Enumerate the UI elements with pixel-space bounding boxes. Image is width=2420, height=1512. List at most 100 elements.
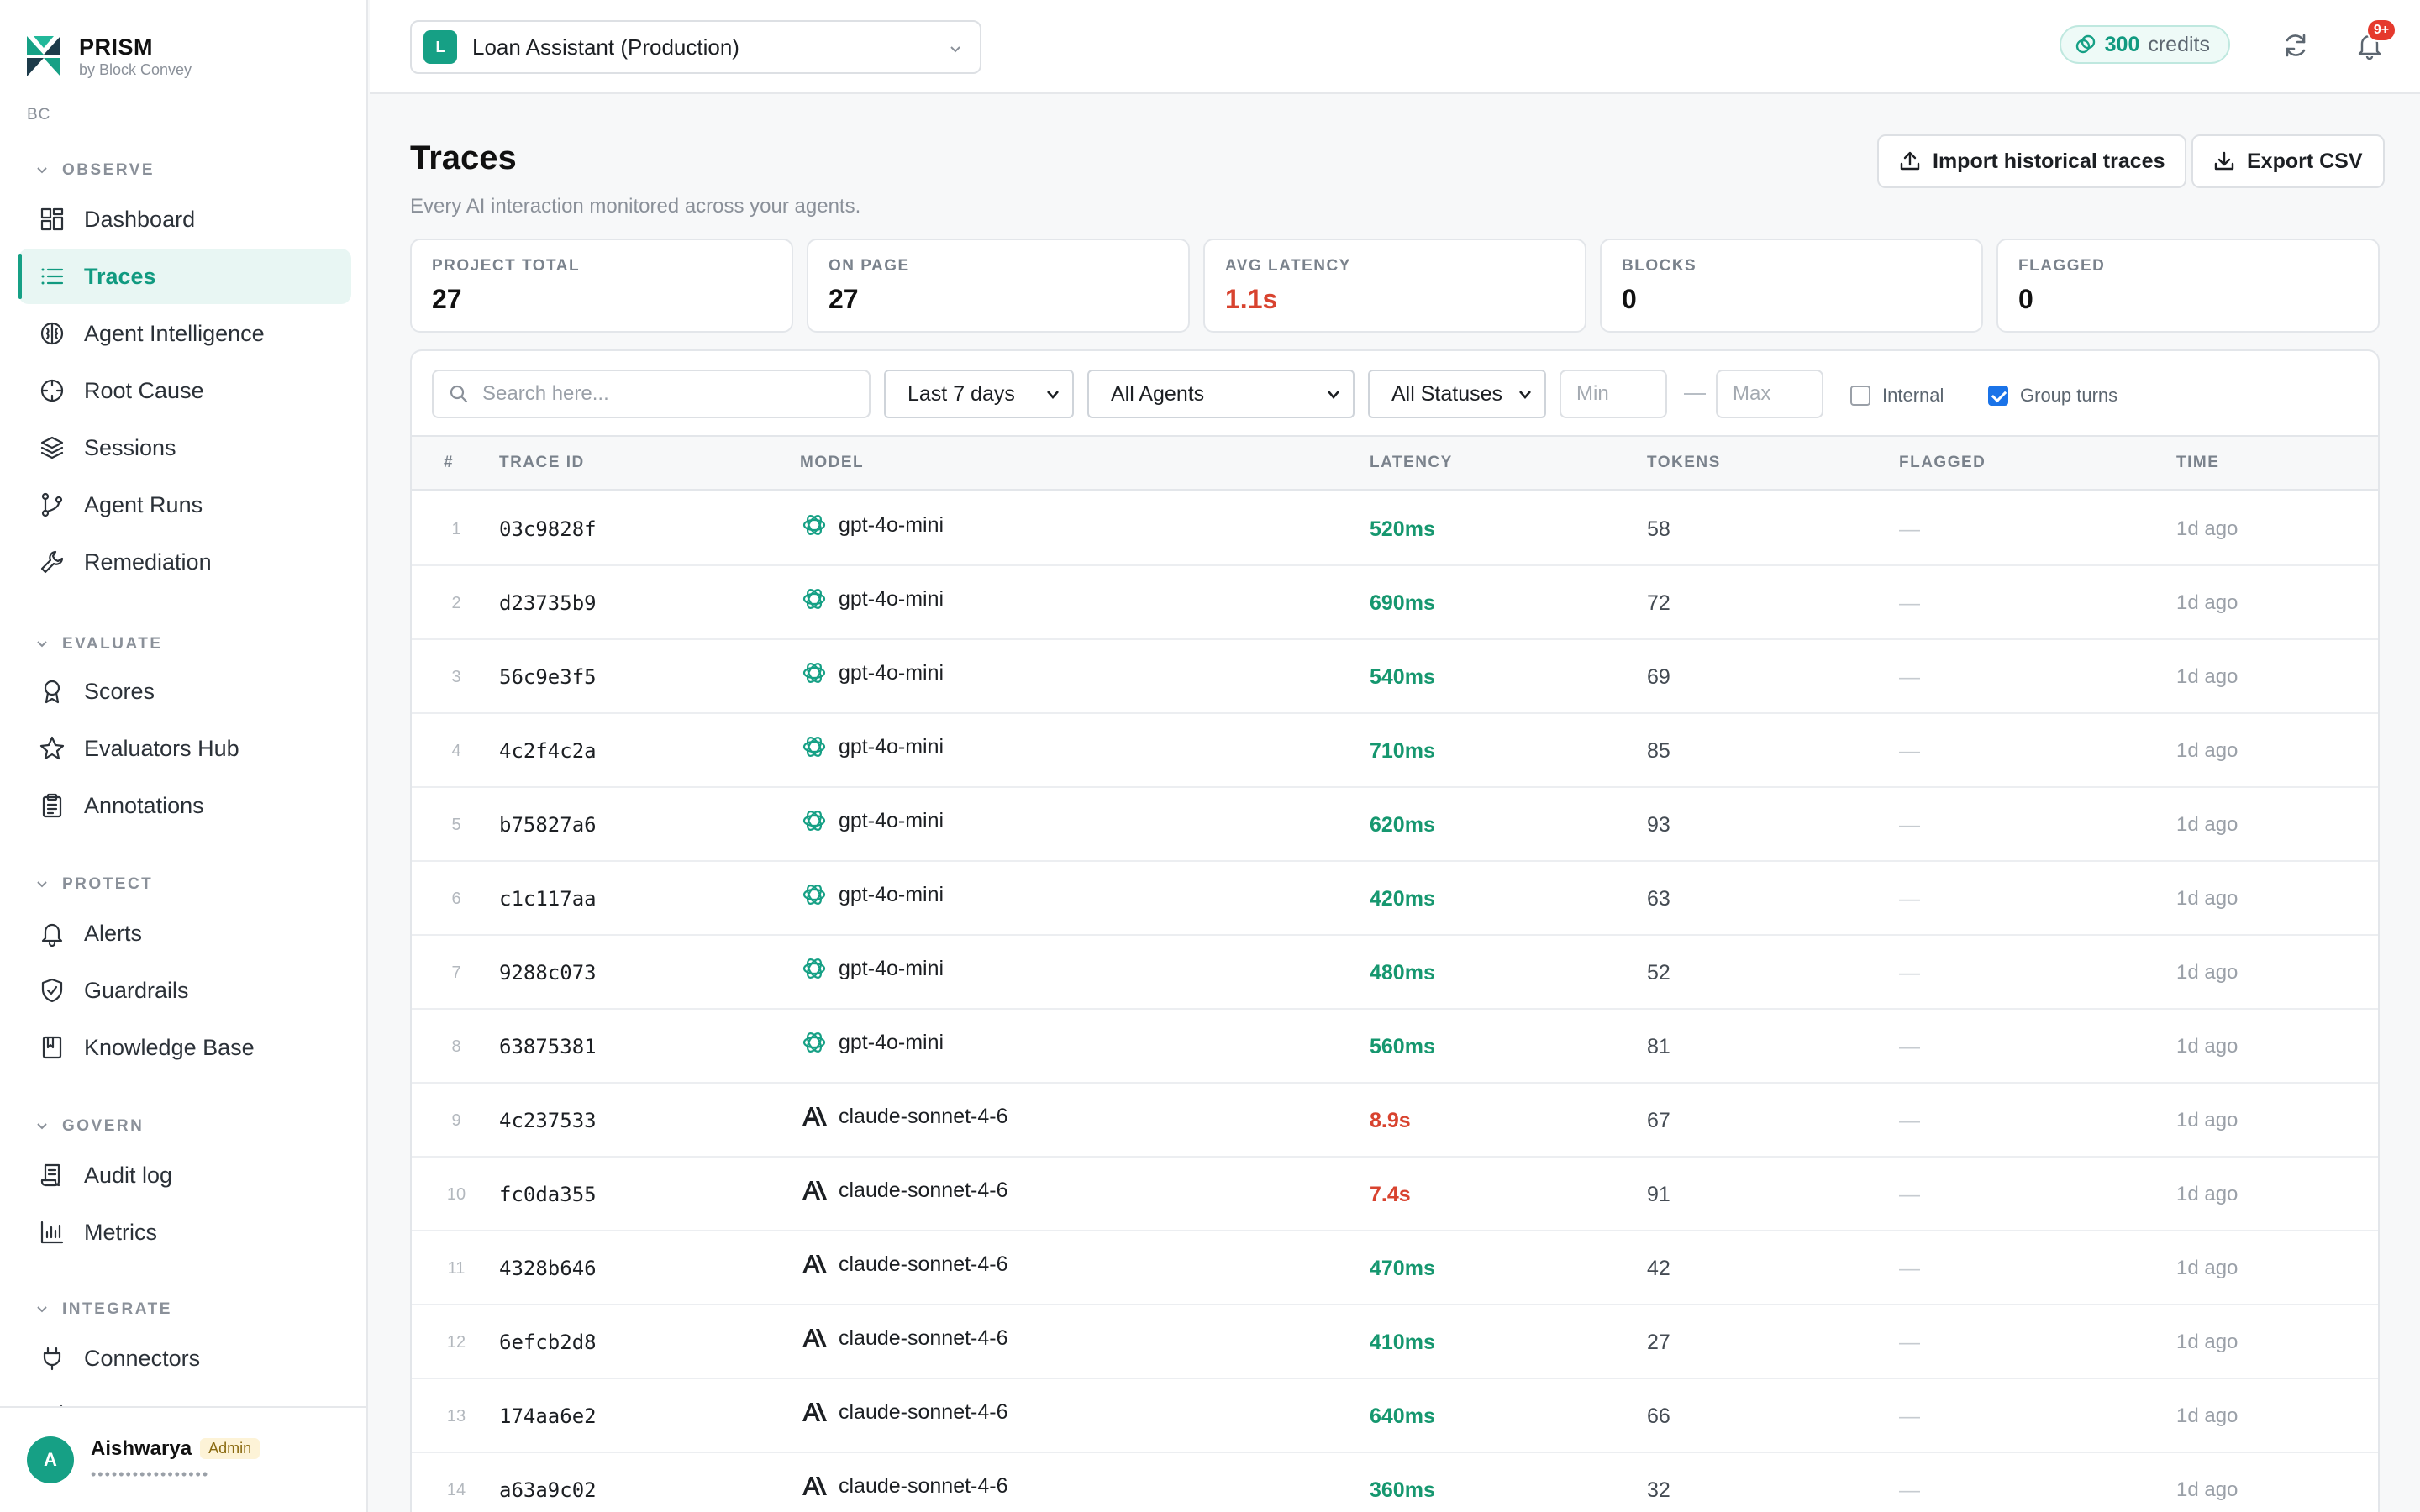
brain-icon	[40, 322, 64, 345]
max-latency-input[interactable]: Max	[1716, 370, 1823, 418]
sidebar-item-sessions[interactable]: Sessions	[18, 420, 351, 475]
openai-icon	[802, 958, 826, 979]
sidebar-item-alerts[interactable]: Alerts	[18, 906, 351, 961]
credits-pill[interactable]: 300 credits	[2059, 25, 2230, 64]
table-row[interactable]: 10 fc0da355 claude-sonnet-4-6 7.4s 91 — …	[412, 1158, 2378, 1231]
sidebar-item-traces[interactable]: Traces	[18, 249, 351, 304]
anthropic-icon	[802, 1477, 827, 1495]
trace-id[interactable]: 56c9e3f5	[499, 665, 597, 689]
internal-checkbox[interactable]: Internal	[1850, 385, 1944, 407]
table-row[interactable]: 12 6efcb2d8 claude-sonnet-4-6 410ms 27 —…	[412, 1305, 2378, 1379]
sidebar-item-evaluators-hub[interactable]: Evaluators Hub	[18, 721, 351, 776]
crosshair-icon	[40, 379, 64, 402]
table-row[interactable]: 6 c1c117aa gpt-4o-mini 420ms 63 — 1d ago	[412, 862, 2378, 936]
stat-card-flagged: FLAGGED 0	[1996, 239, 2380, 333]
project-selector[interactable]: L Loan Assistant (Production)	[410, 20, 981, 74]
chevron-down-icon	[1328, 391, 1339, 399]
status-select[interactable]: All Statuses	[1368, 370, 1546, 418]
sidebar-item-guardrails[interactable]: Guardrails	[18, 963, 351, 1018]
sidebar-item-connectors[interactable]: Connectors	[18, 1331, 351, 1386]
section-integrate[interactable]: INTEGRATE	[35, 1300, 172, 1319]
table-row[interactable]: 9 4c237533 claude-sonnet-4-6 8.9s 67 — 1…	[412, 1084, 2378, 1158]
column-header-index[interactable]: #	[444, 454, 454, 472]
row-index: 11	[447, 1259, 466, 1278]
sidebar-item-dashboard[interactable]: Dashboard	[18, 192, 351, 247]
row-index: 12	[446, 1333, 466, 1352]
column-header-flagged[interactable]: FLAGGED	[1899, 454, 1986, 472]
refresh-icon[interactable]	[2281, 30, 2311, 60]
export-csv-button[interactable]: Export CSV	[2191, 134, 2385, 188]
trace-id[interactable]: fc0da355	[499, 1183, 597, 1206]
sidebar-item-agent-intelligence[interactable]: Agent Intelligence	[18, 306, 351, 361]
openai-icon	[802, 589, 826, 609]
date-range-select[interactable]: Last 7 days	[884, 370, 1074, 418]
user-profile[interactable]: A Aishwarya Admin •••••••••••••••••	[0, 1406, 366, 1512]
column-header-latency[interactable]: LATENCY	[1370, 454, 1453, 472]
sidebar-item-remediation[interactable]: Remediation	[18, 534, 351, 590]
stat-label: PROJECT TOTAL	[432, 257, 581, 275]
trace-id[interactable]: d23735b9	[499, 591, 597, 615]
time-value: 1d ago	[2176, 739, 2238, 762]
section-evaluate[interactable]: EVALUATE	[35, 635, 163, 654]
section-govern[interactable]: GOVERN	[35, 1117, 144, 1136]
sidebar-item-scores[interactable]: Scores	[18, 664, 351, 719]
sidebar-item-audit-log[interactable]: Audit log	[18, 1147, 351, 1203]
sidebar-item-knowledge-base[interactable]: Knowledge Base	[18, 1020, 351, 1075]
sidebar-item-annotations[interactable]: Annotations	[18, 778, 351, 833]
column-header-trace-id[interactable]: TRACE ID	[499, 454, 585, 472]
agent-select[interactable]: All Agents	[1087, 370, 1355, 418]
trace-id[interactable]: 6efcb2d8	[499, 1331, 597, 1354]
section-observe[interactable]: OBSERVE	[35, 161, 155, 180]
table-row[interactable]: 3 56c9e3f5 gpt-4o-mini 540ms 69 — 1d ago	[412, 640, 2378, 714]
sidebar-item-metrics[interactable]: Metrics	[18, 1205, 351, 1260]
section-title: GOVERN	[62, 1117, 145, 1135]
table-row[interactable]: 8 63875381 gpt-4o-mini 560ms 81 — 1d ago	[412, 1010, 2378, 1084]
table-row[interactable]: 1 03c9828f gpt-4o-mini 520ms 58 — 1d ago	[412, 492, 2378, 566]
import-traces-button[interactable]: Import historical traces	[1877, 134, 2187, 188]
sidebar-item-label: Agent Runs	[84, 491, 203, 517]
trace-id[interactable]: 63875381	[499, 1035, 597, 1058]
column-header-time[interactable]: TIME	[2176, 454, 2219, 472]
table-row[interactable]: 2 d23735b9 gpt-4o-mini 690ms 72 — 1d ago	[412, 566, 2378, 640]
stat-label: FLAGGED	[2018, 257, 2106, 275]
search-input[interactable]: Search here...	[432, 370, 871, 418]
model-name: claude-sonnet-4-6	[839, 1326, 1008, 1350]
table-row[interactable]: 5 b75827a6 gpt-4o-mini 620ms 93 — 1d ago	[412, 788, 2378, 862]
trace-id[interactable]: 4c2f4c2a	[499, 739, 597, 763]
chevron-down-icon	[950, 46, 960, 53]
model-cell: gpt-4o-mini	[800, 954, 944, 983]
tokens-value: 67	[1647, 1109, 1670, 1132]
trace-id[interactable]: c1c117aa	[499, 887, 597, 911]
trace-id[interactable]: 4c237533	[499, 1109, 597, 1132]
plug-icon	[43, 1347, 61, 1371]
sidebar-item-agent-runs[interactable]: Agent Runs	[18, 477, 351, 533]
chevron-down-icon	[37, 641, 47, 648]
row-index: 4	[451, 742, 461, 760]
brand[interactable]: PRISM by Block Convey	[25, 34, 192, 79]
group-turns-checkbox-box[interactable]	[1988, 386, 2008, 406]
table-row[interactable]: 11 4328b646 claude-sonnet-4-6 470ms 42 —…	[412, 1231, 2378, 1305]
avatar[interactable]: A	[27, 1436, 74, 1483]
model-name: gpt-4o-mini	[839, 808, 944, 832]
table-row[interactable]: 13 174aa6e2 claude-sonnet-4-6 640ms 66 —…	[412, 1379, 2378, 1453]
trace-id[interactable]: 03c9828f	[499, 517, 597, 541]
table-row[interactable]: 4 4c2f4c2a gpt-4o-mini 710ms 85 — 1d ago	[412, 714, 2378, 788]
min-latency-input[interactable]: Min	[1560, 370, 1667, 418]
trace-id[interactable]: 9288c073	[499, 961, 597, 984]
trace-id[interactable]: 4328b646	[499, 1257, 597, 1280]
column-header-model[interactable]: MODEL	[800, 454, 864, 472]
column-header-tokens[interactable]: TOKENS	[1647, 454, 1721, 472]
internal-checkbox-box[interactable]	[1850, 386, 1870, 406]
trace-id[interactable]: b75827a6	[499, 813, 597, 837]
section-protect[interactable]: PROTECT	[35, 875, 153, 894]
table-row[interactable]: 7 9288c073 gpt-4o-mini 480ms 52 — 1d ago	[412, 936, 2378, 1010]
trace-id[interactable]: 174aa6e2	[499, 1404, 597, 1428]
time-value: 1d ago	[2176, 961, 2238, 984]
table-row[interactable]: 14 a63a9c02 claude-sonnet-4-6 360ms 32 —…	[412, 1453, 2378, 1512]
group-turns-checkbox[interactable]: Group turns	[1988, 385, 2118, 407]
sidebar-item-root-cause[interactable]: Root Cause	[18, 363, 351, 418]
model-name: gpt-4o-mini	[839, 1030, 944, 1054]
trace-id[interactable]: a63a9c02	[499, 1478, 597, 1502]
tokens-value: 85	[1647, 739, 1670, 763]
model-cell: gpt-4o-mini	[800, 880, 944, 909]
